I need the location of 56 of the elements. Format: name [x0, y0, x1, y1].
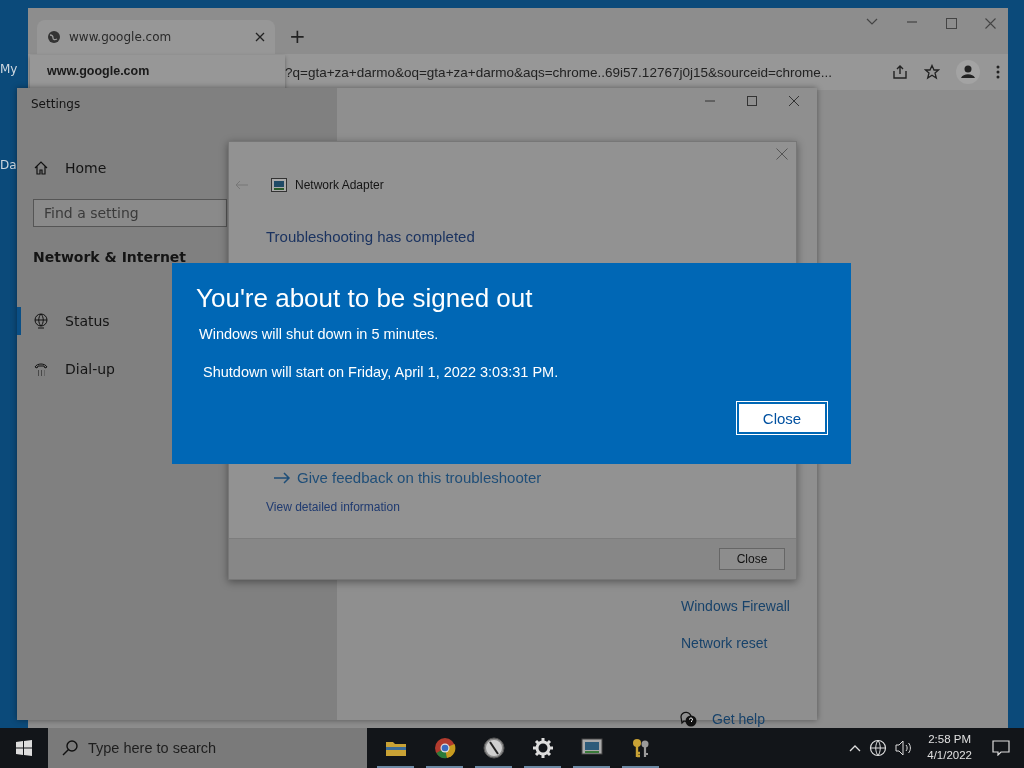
folder-icon[interactable] — [384, 739, 407, 757]
tab-tooltip: www.google.com — [30, 55, 285, 90]
star-icon[interactable] — [924, 64, 940, 80]
close-button[interactable]: Close — [737, 402, 827, 434]
status-heading: Troubleshooting has completed — [266, 228, 475, 245]
dialog-message: Shutdown will start on Friday, April 1, 2022 3:03:31 PM. — [203, 364, 560, 380]
globe-icon[interactable] — [869, 739, 888, 757]
details-link[interactable]: View detailed information — [266, 500, 400, 514]
nav-item[interactable]: Status — [17, 297, 130, 345]
new-tab-button[interactable]: + — [289, 24, 306, 48]
section-heading: Network & Internet — [32, 249, 188, 265]
close-icon[interactable] — [789, 96, 799, 106]
chevron-icon[interactable] — [866, 18, 878, 26]
profile-icon[interactable] — [956, 60, 980, 84]
chrome-icon[interactable] — [433, 737, 456, 759]
arrow-icon — [273, 471, 291, 484]
dialog-title: You're about to be signed out — [196, 283, 534, 314]
globe-icon — [33, 313, 49, 329]
notification-icon[interactable] — [992, 740, 1010, 756]
share-icon[interactable] — [892, 64, 908, 80]
desktop-icon-label[interactable]: My — [0, 62, 18, 76]
address-bar-url[interactable]: ?q=gta+za+darmo&oq=gta+za+darmo&aqs=chrome..69i57.12767j0j15&sourceid=chrome... — [285, 64, 880, 80]
home-icon — [33, 160, 49, 176]
browser-tab[interactable]: www.google.com — [37, 20, 275, 54]
dialog-message: Windows will shut down in 5 minutes. — [199, 326, 440, 342]
close-button[interactable]: Close — [719, 548, 785, 570]
taskbar-search-field[interactable]: Type here to search — [48, 728, 367, 768]
search-icon — [62, 740, 78, 756]
network-adapter-icon — [271, 178, 287, 192]
close-icon[interactable] — [985, 18, 996, 29]
monitor-icon[interactable] — [580, 738, 603, 758]
globe-icon — [47, 30, 61, 44]
maximize-icon[interactable] — [946, 18, 957, 29]
phone-icon — [33, 361, 49, 377]
gear-icon[interactable] — [532, 738, 553, 758]
close-icon[interactable] — [255, 32, 265, 42]
feedback-link[interactable]: Give feedback on this troubleshooter — [273, 469, 542, 486]
window-title: Network Adapter — [295, 178, 384, 192]
windows-logo-icon[interactable] — [16, 740, 32, 756]
menu-icon[interactable] — [996, 65, 1000, 79]
desktop-icon-label[interactable]: Da — [0, 158, 17, 172]
settings-link[interactable]: Windows Firewall — [681, 598, 790, 614]
speaker-icon[interactable] — [895, 740, 914, 756]
tab-title: www.google.com — [69, 30, 173, 44]
chevron-up-icon[interactable] — [849, 744, 862, 752]
help-icon[interactable] — [680, 711, 698, 727]
clock-date[interactable]: 4/1/2022 — [927, 748, 972, 764]
clock-time[interactable]: 2:58 PM — [928, 732, 972, 748]
settings-link[interactable]: Network reset — [681, 635, 768, 651]
search-field[interactable]: Find a setting — [33, 199, 227, 227]
help-link[interactable]: Get help — [712, 711, 765, 727]
nav-item[interactable]: Dial-up — [17, 345, 135, 393]
home-nav-item[interactable]: Home — [17, 144, 127, 192]
window-title: Settings — [30, 96, 82, 113]
compass-icon[interactable] — [482, 737, 505, 759]
maximize-icon[interactable] — [747, 96, 757, 106]
